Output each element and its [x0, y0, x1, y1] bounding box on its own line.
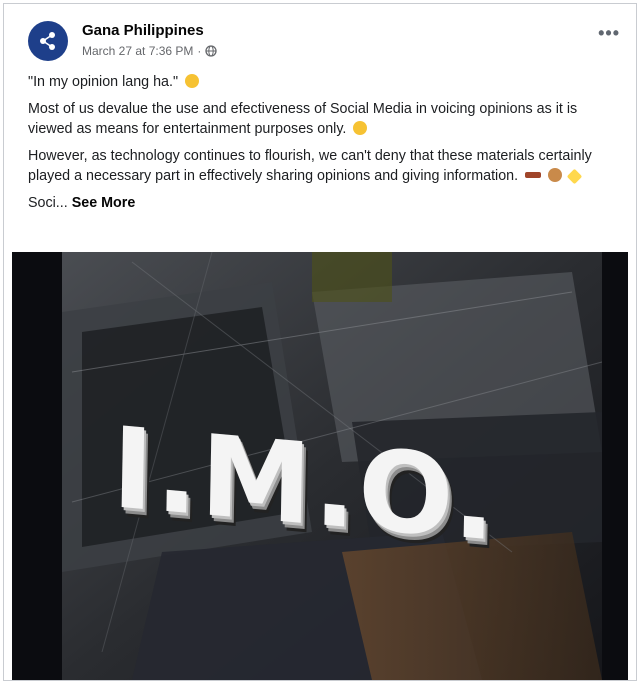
emoji-icon: [353, 121, 368, 135]
post-paragraph: However, as technology continues to flou…: [28, 146, 620, 186]
more-icon[interactable]: •••: [598, 24, 620, 42]
paragraph-text: However, as technology continues to flou…: [28, 148, 592, 184]
paragraph-text: "In my opinion lang ha.": [28, 74, 179, 90]
post-image[interactable]: I.M.O.: [12, 252, 628, 680]
paragraph-text: Most of us devalue the use and efectiven…: [28, 101, 578, 137]
emoji-icon: [525, 172, 542, 178]
emoji-icon: [548, 168, 563, 182]
page-avatar[interactable]: [28, 21, 68, 61]
post-paragraph: Most of us devalue the use and efectiven…: [28, 99, 620, 139]
share-icon: [40, 32, 55, 50]
page-name[interactable]: Gana Philippines: [82, 22, 204, 39]
truncated-text: Soci...: [28, 195, 68, 211]
post-meta: March 27 at 7:36 PM ·: [82, 44, 218, 58]
post-paragraph: "In my opinion lang ha.": [28, 72, 620, 92]
facebook-post: Gana Philippines March 27 at 7:36 PM · •…: [3, 3, 637, 681]
emoji-icon: [566, 168, 583, 185]
post-date[interactable]: March 27 at 7:36 PM: [82, 44, 193, 58]
globe-icon: [205, 45, 218, 57]
post-text: "In my opinion lang ha." Most of us deva…: [28, 72, 620, 220]
see-more-link[interactable]: See More: [72, 195, 136, 211]
meta-separator: ·: [197, 44, 202, 58]
post-paragraph: Soci... See More: [28, 193, 620, 213]
emoji-icon: [185, 74, 200, 88]
